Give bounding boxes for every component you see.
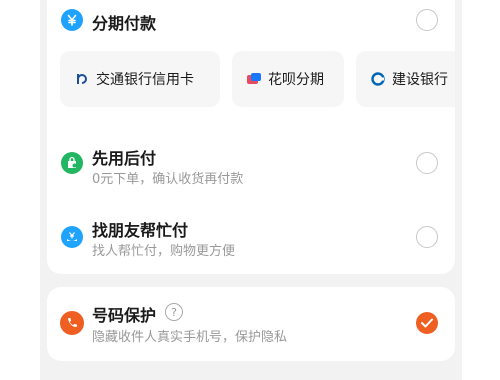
bank-option-huabei[interactable]: 花呗分期 <box>232 51 344 107</box>
bank-option-bocom[interactable]: 交通银行信用卡 <box>60 51 220 107</box>
friend-pay-title: 找朋友帮忙付 <box>92 221 189 240</box>
installment-bank-list[interactable]: 交通银行信用卡 花呗分期 建设银行 <box>60 51 455 107</box>
number-protection-checkbox[interactable] <box>416 312 438 334</box>
huabei-icon <box>246 71 262 87</box>
pay-later-title: 先用后付 <box>92 149 157 168</box>
pay-later-subtitle: 0元下单，确认收货再付款 <box>92 172 244 187</box>
installment-title: 分期付款 <box>92 14 157 33</box>
installment-radio[interactable] <box>416 9 438 31</box>
yen-icon <box>61 9 83 31</box>
question-circle-icon[interactable]: ? <box>165 303 183 321</box>
friend-pay-subtitle: 找人帮忙付，购物更方便 <box>92 244 236 259</box>
number-protection-subtitle: 隐藏收件人真实手机号，保护隐私 <box>92 330 288 345</box>
bank-option-ccb[interactable]: 建设银行 <box>356 51 455 107</box>
bank-name: 建设银行 <box>392 72 448 88</box>
friend-pay-icon <box>61 226 83 248</box>
bocom-icon <box>74 71 90 87</box>
bank-name: 交通银行信用卡 <box>96 72 194 88</box>
number-protection-title: 号码保护 <box>92 306 157 325</box>
pay-later-radio[interactable] <box>416 152 438 174</box>
ccb-icon <box>370 71 386 87</box>
friend-pay-radio[interactable] <box>416 226 438 248</box>
bank-name: 花呗分期 <box>268 72 324 88</box>
pay-later-icon <box>61 152 83 174</box>
phone-shield-icon <box>60 311 84 335</box>
